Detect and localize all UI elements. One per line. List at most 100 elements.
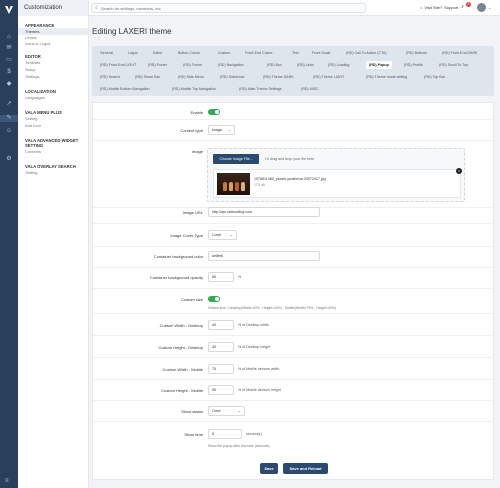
show-status-label: Show status: [181, 409, 203, 414]
save-and-reload-button[interactable]: Save and Reload: [283, 463, 328, 474]
tab-button-colors[interactable]: Button Colors: [178, 51, 200, 55]
sidebar-item-languages[interactable]: Languages: [18, 94, 88, 101]
tab-mobile-bottom-nav[interactable]: (RD) Mobile Bottom Navigation: [100, 87, 150, 91]
chart-icon[interactable]: ↗: [5, 101, 13, 108]
enable-toggle[interactable]: [208, 109, 220, 115]
tab-front-scale[interactable]: Front Scale: [312, 51, 330, 55]
folder-icon[interactable]: ▭: [5, 57, 13, 64]
tab-front-end-light[interactable]: (RD) Front-End LIGHT: [100, 63, 136, 67]
home-icon[interactable]: ⌂: [5, 34, 13, 41]
image-cover-type-label: Image Cover Type: [170, 233, 203, 238]
tab-logos[interactable]: Logos: [128, 51, 138, 55]
tab-links[interactable]: (RD) Links: [297, 63, 314, 67]
show-time-suffix: second(s): [246, 432, 262, 436]
brush-icon[interactable]: ✎: [0, 115, 18, 122]
width-desktop-input[interactable]: 40: [208, 320, 234, 330]
content-type-select[interactable]: Image ⌄: [208, 125, 235, 135]
width-mobile-label: Custom Width - Mobile: [162, 367, 203, 372]
content-type-label: Content type: [180, 128, 203, 133]
tab-box[interactable]: (RD) Box: [267, 63, 282, 67]
tab-popup[interactable]: (RD) Popup: [366, 61, 392, 69]
dollar-icon[interactable]: $: [5, 69, 13, 76]
logo-icon[interactable]: [4, 5, 14, 15]
sidebar-item-overlay-setting[interactable]: Setting: [18, 169, 88, 176]
tab-footer[interactable]: (RD) Footer: [148, 63, 167, 67]
bg-color-input[interactable]: ae8fe8: [208, 251, 320, 261]
tab-front-end-dark[interactable]: (RD) Front-End DARK: [442, 51, 478, 55]
tab-theme-dark[interactable]: (RD) Theme DARK: [263, 75, 294, 79]
tab-theme-mode[interactable]: (RD) Theme mode setting: [366, 75, 407, 79]
tab-text[interactable]: Text: [292, 51, 299, 55]
uploaded-file-card: 1976811480_pexels-yuraforrat-20972417.jp…: [213, 168, 462, 198]
sidebar-item-icons-logos[interactable]: Icons & Logos: [18, 40, 88, 47]
support-link[interactable]: ? Support: [440, 5, 458, 10]
tab-sideshow[interactable]: (RD) Sideshow: [220, 75, 244, 79]
width-mobile-input[interactable]: 75: [208, 364, 234, 374]
tab-top-bar[interactable]: (RD) Top Bar: [424, 75, 445, 79]
sidebar-item-toolbars[interactable]: Toolbars: [18, 59, 88, 66]
bell-icon[interactable]: ♪: [461, 4, 464, 10]
tab-general[interactable]: General: [100, 51, 113, 55]
image-dropzone[interactable]: Choose Image File... Or drag and drop yo…: [207, 148, 465, 202]
sidebar-item-editor-settings[interactable]: Settings: [18, 73, 88, 80]
image-cover-type-select[interactable]: Cover ⌄: [208, 230, 237, 240]
image-url-input[interactable]: http://qrs.valecoding.com: [208, 207, 320, 217]
save-button[interactable]: Save: [260, 463, 278, 474]
sidebar-header: Customization: [18, 0, 88, 16]
menu-icon[interactable]: ≡: [5, 478, 9, 484]
chevron-down-icon: ⌄: [237, 409, 241, 413]
chevron-down-icon[interactable]: ⌄: [488, 5, 491, 10]
search-input[interactable]: [100, 5, 321, 11]
file-size: 17.5 kB: [254, 183, 265, 187]
tab-search[interactable]: (RD) Search: [100, 75, 120, 79]
image-url-label: Image URL: [182, 210, 203, 215]
tag-icon[interactable]: ◆: [5, 81, 13, 88]
tab-forum[interactable]: (RD) Forum: [183, 63, 202, 67]
show-time-label: Show time: [184, 432, 203, 437]
chat-icon[interactable]: ✉: [5, 45, 13, 52]
visit-site-link[interactable]: ⌂ Visit Site: [420, 5, 440, 10]
avatar[interactable]: [477, 3, 486, 12]
bg-opacity-label: Container background opacity: [149, 275, 203, 280]
tab-loading[interactable]: (RD) Loading: [328, 63, 349, 67]
tab-scroll-to-top[interactable]: (RD) Scroll To Top: [439, 63, 468, 67]
settings-tabs: General Logos Editor Button Colors Custo…: [92, 46, 494, 96]
height-desktop-suffix: % of Desktop height: [238, 345, 271, 349]
custom-size-toggle[interactable]: [208, 296, 220, 302]
sidebar-item-contents[interactable]: Contents: [18, 148, 88, 155]
sidebar-item-menu-setting[interactable]: Setting: [18, 115, 88, 122]
show-status-select[interactable]: Once ⌄: [208, 406, 245, 416]
bg-color-label: Container background color: [153, 254, 203, 259]
chevron-down-icon: ⌄: [227, 128, 231, 132]
height-desktop-input[interactable]: 40: [208, 342, 234, 352]
settings-icon[interactable]: ⚙: [5, 156, 13, 163]
tab-buttons[interactable]: (RD) Buttons: [406, 51, 427, 55]
tab-profile[interactable]: (RD) Profile: [404, 63, 423, 67]
tab-cta[interactable]: (RD) Call To Action (CTA): [346, 51, 387, 55]
search-box[interactable]: ⌕: [91, 3, 366, 13]
tab-mobile-top-nav[interactable]: (RD) Mobile Top Navigation: [172, 87, 216, 91]
height-desktop-label: Custom Height - Desktop: [158, 345, 203, 350]
sidebar-item-add-icon[interactable]: Add Icon: [18, 122, 88, 129]
image-label: Image: [191, 149, 203, 154]
tab-side-menu[interactable]: (RD) Side Menu: [178, 75, 204, 79]
width-desktop-suffix: % of Desktop width: [238, 323, 269, 327]
bg-opacity-input[interactable]: 80: [208, 272, 234, 282]
tab-theme-light[interactable]: (RD) Theme LIGHT: [313, 75, 344, 79]
search-icon: ⌕: [95, 5, 98, 11]
choose-image-button[interactable]: Choose Image File...: [213, 154, 259, 164]
show-time-input[interactable]: 5: [208, 429, 242, 439]
tab-main-theme-settings[interactable]: (RD) Main Theme Settings: [239, 87, 281, 91]
tab-share-bar[interactable]: (RD) Share Bar: [135, 75, 160, 79]
tab-custom[interactable]: Custom: [218, 51, 230, 55]
tab-navigation[interactable]: (RD) Navigation: [218, 63, 244, 67]
remove-file-icon[interactable]: ×: [456, 168, 462, 174]
sidebar-item-themes[interactable]: Themes: [18, 28, 88, 35]
height-mobile-input[interactable]: 55: [208, 385, 234, 395]
top-bar: ⌕ ⌂ Visit Site ? Support ♪ 5 ⌄: [89, 0, 500, 16]
tab-misc[interactable]: (RD) MISC: [301, 87, 319, 91]
sidebar-item-setup[interactable]: Setup: [18, 66, 88, 73]
tab-front-end-colors[interactable]: Front-End Colors: [245, 51, 272, 55]
tab-editor[interactable]: Editor: [153, 51, 162, 55]
user-icon[interactable]: ☺: [5, 128, 13, 135]
